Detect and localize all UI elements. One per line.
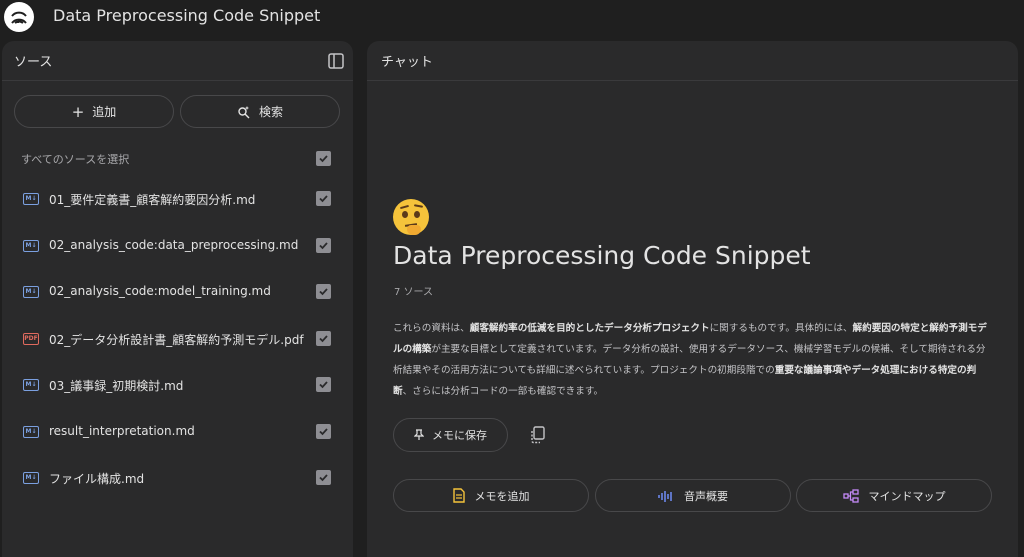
markdown-file-icon: M↓ <box>23 193 39 205</box>
source-item-label: 02_データ分析設計書_顧客解約予測モデル.pdf <box>49 332 304 347</box>
audio-overview-label: 音声概要 <box>684 489 728 503</box>
source-item[interactable]: PDF 02_データ分析設計書_顧客解約予測モデル.pdf <box>2 324 353 360</box>
chat-panel-header: チャット <box>367 41 1018 81</box>
source-item-label: result_interpretation.md <box>49 423 195 438</box>
audio-overview-button[interactable]: 音声概要 <box>595 479 791 512</box>
source-item[interactable]: M↓ 02_analysis_code:data_preprocessing.md <box>2 231 353 267</box>
collapse-panel-icon[interactable] <box>327 52 345 70</box>
summary-text: 、さらには分析コードの一部も確認できます。 <box>402 386 604 397</box>
source-item-label: 03_議事録_初期検討.md <box>49 379 184 393</box>
select-all-label: すべてのソースを選択 <box>21 153 130 166</box>
search-sources-label: 検索 <box>258 105 283 119</box>
sources-panel: ソース + 追加 検索 すべてのソースを選択 M↓ 01_要件定義書_顧客解約要因… <box>2 41 353 557</box>
add-note-label: メモを追加 <box>474 489 530 503</box>
add-source-label: 追加 <box>92 105 117 119</box>
save-to-note-button[interactable]: メモに保存 <box>393 418 508 452</box>
markdown-file-icon: M↓ <box>23 472 39 484</box>
save-to-note-label: メモに保存 <box>432 429 487 442</box>
source-count: 7 ソース <box>394 287 434 298</box>
app-logo-icon[interactable] <box>4 2 34 32</box>
sources-panel-title: ソース <box>14 55 53 70</box>
thinking-face-emoji-icon <box>393 199 429 235</box>
source-item-checkbox[interactable] <box>316 377 331 392</box>
notebook-summary: これらの資料は、顧客解約率の低減を目的としたデータ分析プロジェクトに関するもので… <box>393 318 993 402</box>
note-icon <box>452 488 465 503</box>
pin-icon <box>414 429 424 440</box>
plus-icon: + <box>71 102 85 121</box>
summary-text: これらの資料は、 <box>393 323 470 334</box>
source-item-checkbox[interactable] <box>316 470 331 485</box>
source-item[interactable]: M↓ 03_議事録_初期検討.md <box>2 370 353 406</box>
search-sparkle-icon <box>238 105 250 118</box>
mind-map-button[interactable]: マインドマップ <box>796 479 992 512</box>
source-item-checkbox[interactable] <box>316 330 331 346</box>
add-note-button[interactable]: メモを追加 <box>393 479 589 512</box>
mind-map-label: マインドマップ <box>868 489 946 503</box>
chat-panel-title: チャット <box>381 55 433 70</box>
markdown-file-icon: M↓ <box>23 239 39 252</box>
source-item-checkbox[interactable] <box>316 191 331 206</box>
source-item-checkbox[interactable] <box>316 423 331 439</box>
summary-highlight: 顧客解約率の低減を目的としたデータ分析プロジェクト <box>469 323 710 334</box>
sources-panel-header: ソース <box>2 41 353 81</box>
markdown-file-icon: M↓ <box>23 286 39 298</box>
source-item[interactable]: M↓ 01_要件定義書_顧客解約要因分析.md <box>2 184 353 220</box>
chat-panel: チャット Data Preprocessing Code Snippet 7 ソ… <box>367 41 1018 557</box>
source-item-label: 02_analysis_code:data_preprocessing.md <box>49 237 299 252</box>
mindmap-icon <box>842 488 859 503</box>
source-item-label: ファイル構成.md <box>49 472 145 486</box>
source-item-label: 02_analysis_code:model_training.md <box>49 284 271 298</box>
select-all-checkbox[interactable] <box>316 151 331 166</box>
source-item-checkbox[interactable] <box>316 284 331 299</box>
copy-icon[interactable] <box>529 426 545 444</box>
source-item-checkbox[interactable] <box>316 237 331 253</box>
summary-text: に関するものです。具体的には、 <box>709 323 853 334</box>
source-item[interactable]: M↓ ファイル構成.md <box>2 463 353 499</box>
source-item[interactable]: M↓ result_interpretation.md <box>2 417 353 453</box>
search-sources-button[interactable]: 検索 <box>180 95 340 128</box>
add-source-button[interactable]: + 追加 <box>14 95 174 128</box>
top-bar: Data Preprocessing Code Snippet <box>0 0 1024 36</box>
source-item[interactable]: M↓ 02_analysis_code:model_training.md <box>2 277 353 313</box>
pdf-file-icon: PDF <box>23 332 39 345</box>
audio-wave-icon <box>658 490 672 502</box>
app-title[interactable]: Data Preprocessing Code Snippet <box>53 6 320 25</box>
markdown-file-icon: M↓ <box>23 425 39 438</box>
source-item-label: 01_要件定義書_顧客解約要因分析.md <box>49 193 256 207</box>
markdown-file-icon: M↓ <box>23 379 39 391</box>
notebook-title: Data Preprocessing Code Snippet <box>393 241 811 270</box>
